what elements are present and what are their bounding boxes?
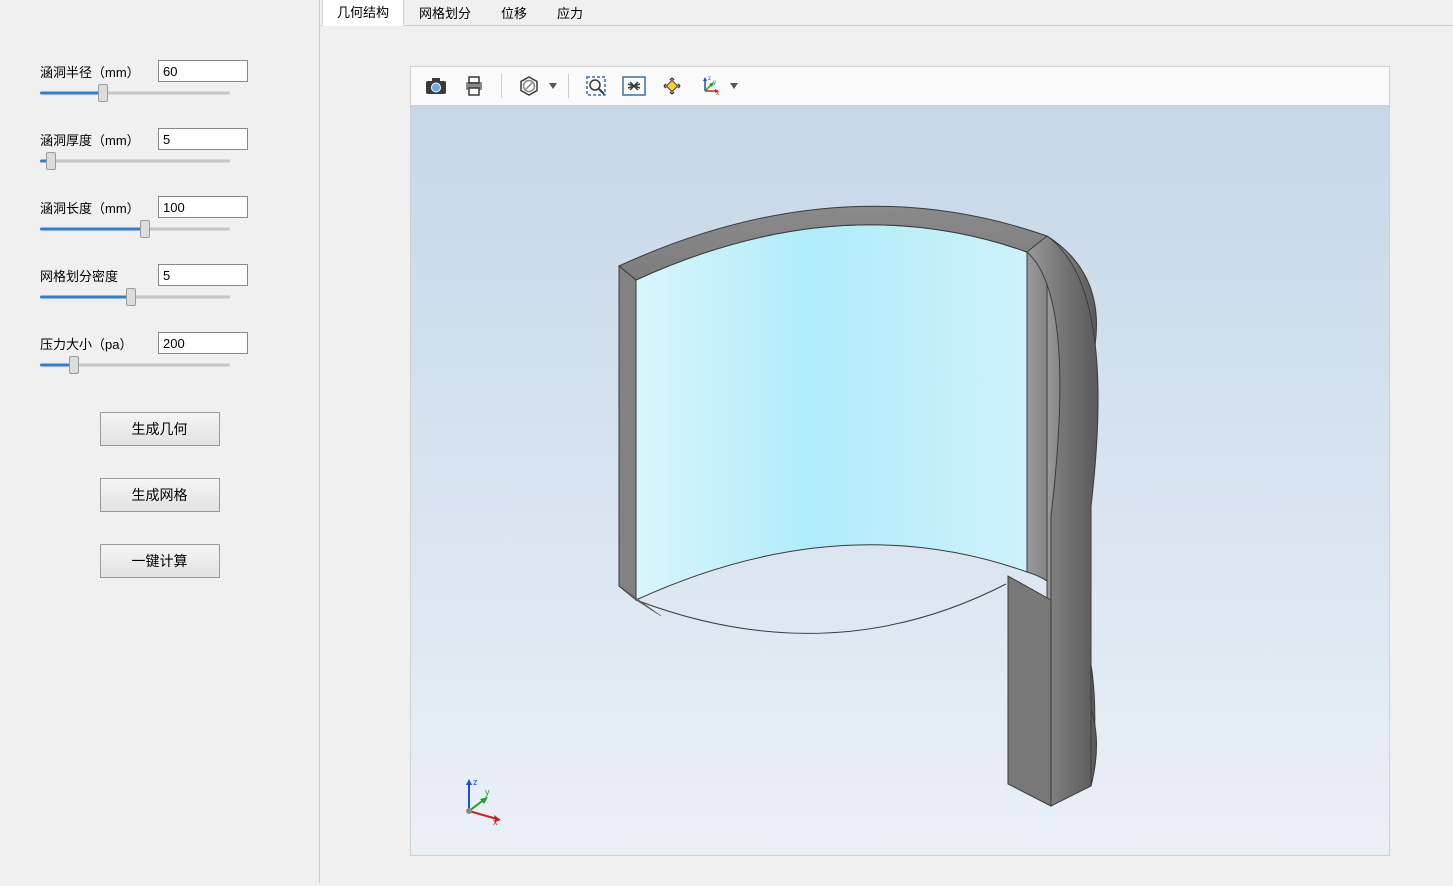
axes-dropdown-icon[interactable] [729, 83, 739, 89]
svg-text:x: x [493, 817, 498, 825]
calculate-button[interactable]: 一键计算 [100, 544, 220, 578]
slider-radius[interactable] [40, 86, 230, 100]
toolbar-separator [568, 74, 569, 98]
main-panel: 几何结构 网格划分 位移 应力 [320, 0, 1453, 883]
param-pressure: 压力大小（pa） [40, 332, 279, 372]
svg-text:z: z [473, 777, 478, 787]
param-radius: 涵洞半径（mm） [40, 60, 279, 100]
input-mesh-density[interactable] [158, 264, 248, 286]
label-thickness: 涵洞厚度（mm） [40, 130, 150, 149]
tab-displacement[interactable]: 位移 [486, 0, 542, 26]
input-radius[interactable] [158, 60, 248, 82]
tab-stress[interactable]: 应力 [542, 0, 598, 26]
viewport-toolbar: zyx [410, 66, 1390, 106]
svg-text:y: y [485, 787, 490, 797]
tab-mesh[interactable]: 网格划分 [404, 0, 486, 26]
label-mesh-density: 网格划分密度 [40, 266, 150, 285]
toolbar-separator [501, 74, 502, 98]
svg-text:z: z [708, 76, 711, 82]
slider-length[interactable] [40, 222, 230, 236]
input-length[interactable] [158, 196, 248, 218]
fit-icon[interactable] [617, 71, 651, 101]
tab-geometry[interactable]: 几何结构 [322, 0, 404, 26]
svg-text:y: y [713, 80, 716, 86]
camera-icon[interactable] [419, 71, 453, 101]
axes-icon[interactable]: zyx [693, 71, 727, 101]
generate-mesh-button[interactable]: 生成网格 [100, 478, 220, 512]
input-pressure[interactable] [158, 332, 248, 354]
parameter-panel: 涵洞半径（mm） 涵洞厚度（mm） 涵洞长度（mm） [0, 0, 320, 883]
print-icon[interactable] [457, 71, 491, 101]
param-mesh-density: 网格划分密度 [40, 264, 279, 304]
svg-text:x: x [716, 91, 719, 97]
param-length: 涵洞长度（mm） [40, 196, 279, 236]
label-radius: 涵洞半径（mm） [40, 62, 150, 81]
label-pressure: 压力大小（pa） [40, 334, 150, 353]
content-area: zyx [320, 26, 1453, 886]
zoom-window-icon[interactable] [579, 71, 613, 101]
generate-geometry-button[interactable]: 生成几何 [100, 412, 220, 446]
slider-pressure[interactable] [40, 358, 230, 372]
rotate-icon[interactable] [655, 71, 689, 101]
hide-dropdown-icon[interactable] [548, 83, 558, 89]
axis-triad: z x y [455, 775, 505, 825]
hide-icon[interactable] [512, 71, 546, 101]
tab-bar: 几何结构 网格划分 位移 应力 [320, 0, 1453, 26]
slider-mesh-density[interactable] [40, 290, 230, 304]
param-thickness: 涵洞厚度（mm） [40, 128, 279, 168]
input-thickness[interactable] [158, 128, 248, 150]
slider-thickness[interactable] [40, 154, 230, 168]
geometry-render [411, 106, 1390, 856]
viewport-container: zyx [410, 66, 1390, 856]
label-length: 涵洞长度（mm） [40, 198, 150, 217]
viewport-3d[interactable]: z x y [410, 106, 1390, 856]
